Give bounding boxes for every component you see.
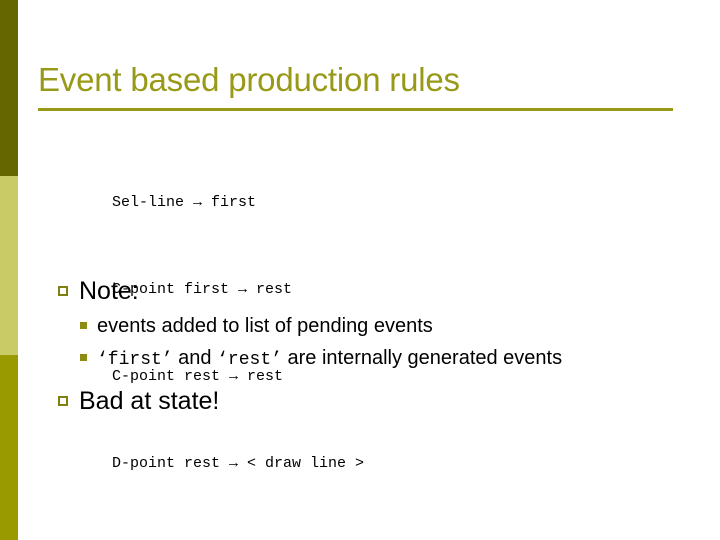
title-underline-rule [38, 108, 673, 111]
sub-bullet-item-pending-events: events added to list of pending events [0, 311, 720, 342]
sub-bullet-text-and: and [172, 347, 218, 369]
bullet-label: Note: [79, 277, 139, 305]
slide: Event based production rules Sel-line → … [0, 0, 720, 540]
filled-square-bullet-icon [80, 322, 87, 329]
sub-bullet-item-internal-events: ‘first’ and ‘rest’ are internally genera… [0, 343, 720, 376]
bullet-content: Note: events added to list of pending ev… [0, 275, 720, 419]
hollow-square-bullet-icon [58, 396, 68, 406]
hollow-square-bullet-icon [58, 286, 68, 296]
filled-square-bullet-icon [80, 354, 87, 361]
production-rule-line: D-point rest → < draw line > [112, 455, 365, 472]
sub-bullet-label: ‘first’ and ‘rest’ are internally genera… [97, 343, 562, 376]
slide-title: Event based production rules [38, 61, 460, 98]
sub-bullet-label: events added to list of pending events [97, 315, 433, 337]
bullet-label: Bad at state! [79, 387, 220, 415]
sidebar-segment-top [0, 0, 18, 176]
production-rule-line: Sel-line → first [112, 194, 257, 211]
sub-bullet-text-tail: are internally generated events [281, 347, 563, 369]
bullet-item-note: Note: [0, 275, 720, 307]
sidebar-decoration [0, 0, 18, 540]
code-token-first: ‘first’ [97, 350, 173, 370]
code-token-rest: ‘rest’ [217, 350, 282, 370]
sub-bullet-list: events added to list of pending events ‘… [0, 311, 720, 376]
bullet-item-bad-at-state: Bad at state! [0, 385, 720, 417]
